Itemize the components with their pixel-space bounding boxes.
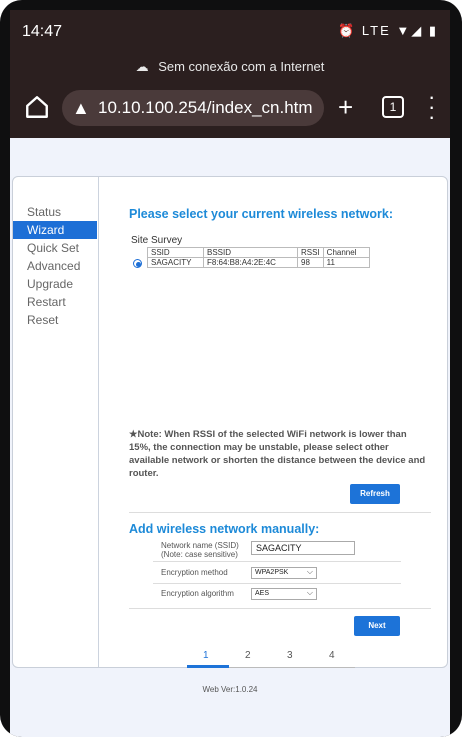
encryption-method-select[interactable]: WPA2PSK: [251, 567, 317, 579]
home-icon[interactable]: [24, 94, 50, 120]
phone-frame: 14:47 ⏰ LTE ▼◢ ▮ ☁ Sem conexão com a Int…: [0, 0, 462, 737]
site-survey-label: Site Survey: [131, 235, 183, 246]
rssi-cell[interactable]: 98: [297, 257, 324, 268]
web-version: Web Ver:1.0.24: [202, 685, 258, 694]
refresh-button[interactable]: Refresh: [350, 484, 400, 504]
table-row[interactable]: SAGACITY F8:64:B8:A4:2E:4C 98 11: [147, 257, 370, 268]
new-tab-icon[interactable]: +: [338, 92, 353, 123]
cloud-off-icon: ☁: [135, 59, 149, 74]
network-name-label: Network name (SSID) (Note: case sensitiv…: [161, 541, 239, 559]
sidebar-nav: Status Wizard Quick Set Advanced Upgrade…: [13, 177, 97, 667]
status-icons: ⏰ LTE ▼◢ ▮: [338, 23, 438, 38]
step-2: 2: [245, 650, 251, 661]
network-radio[interactable]: [133, 259, 142, 268]
ssid-input[interactable]: SAGACITY: [251, 541, 355, 555]
divider: [153, 583, 401, 584]
divider: [129, 512, 431, 513]
channel-cell[interactable]: 11: [322, 257, 370, 268]
main-panel: Status Wizard Quick Set Advanced Upgrade…: [12, 176, 448, 668]
step-3: 3: [287, 650, 293, 661]
wizard-content: Please select your current wireless netw…: [98, 177, 447, 668]
step-1: 1: [203, 650, 209, 661]
warning-icon[interactable]: ▲: [72, 98, 90, 119]
status-bar: 14:47 ⏰ LTE ▼◢ ▮: [10, 10, 450, 54]
column-header: RSSI: [297, 247, 324, 258]
more-menu-icon[interactable]: · · ·: [428, 86, 435, 128]
sidebar-item-reset[interactable]: Reset: [13, 311, 97, 329]
manual-network-heading: Add wireless network manually:: [129, 522, 320, 536]
divider: [153, 561, 401, 562]
sidebar-item-wizard[interactable]: Wizard: [13, 221, 97, 239]
ssid-cell[interactable]: SAGACITY: [147, 257, 204, 268]
address-text[interactable]: 10.10.100.254/index_cn.htm: [98, 98, 313, 118]
tab-switcher-button[interactable]: 1: [382, 96, 404, 118]
address-bar[interactable]: ▲ 10.10.100.254/index_cn.htm: [62, 90, 324, 126]
sidebar-item-quick-set[interactable]: Quick Set: [13, 239, 97, 257]
table-header-row: SSID BSSID RSSI Channel: [147, 247, 370, 258]
sidebar-item-restart[interactable]: Restart: [13, 293, 97, 311]
sidebar-item-advanced[interactable]: Advanced: [13, 257, 97, 275]
bssid-cell[interactable]: F8:64:B8:A4:2E:4C: [203, 257, 298, 268]
step-progress: [187, 665, 229, 668]
select-network-heading: Please select your current wireless netw…: [129, 207, 394, 221]
step-4: 4: [329, 650, 335, 661]
sidebar-item-status[interactable]: Status: [13, 203, 97, 221]
offline-banner: ☁ Sem conexão com a Internet: [10, 54, 450, 80]
sidebar-item-upgrade[interactable]: Upgrade: [13, 275, 97, 293]
offline-message: Sem conexão com a Internet: [158, 59, 325, 74]
encryption-method-label: Encryption method: [161, 568, 228, 577]
next-button[interactable]: Next: [354, 616, 400, 636]
column-header: SSID: [147, 247, 204, 258]
encryption-algorithm-select[interactable]: AES: [251, 588, 317, 600]
rssi-note: ★Note: When RSSI of the selected WiFi ne…: [129, 429, 426, 479]
browser-toolbar: ▲ 10.10.100.254/index_cn.htm + 1 · · ·: [10, 80, 450, 138]
encryption-algorithm-label: Encryption algorithm: [161, 589, 234, 598]
site-survey-table: SSID BSSID RSSI Channel SAGACITY F8:64:B…: [147, 247, 370, 268]
status-time: 14:47: [22, 23, 63, 40]
web-page: Status Wizard Quick Set Advanced Upgrade…: [10, 138, 450, 737]
wizard-steps: 1 2 3 4: [187, 650, 355, 668]
column-header: BSSID: [203, 247, 298, 258]
column-header: Channel: [322, 247, 370, 258]
network-name-note: (Note: case sensitive): [161, 550, 238, 559]
divider: [129, 608, 431, 609]
